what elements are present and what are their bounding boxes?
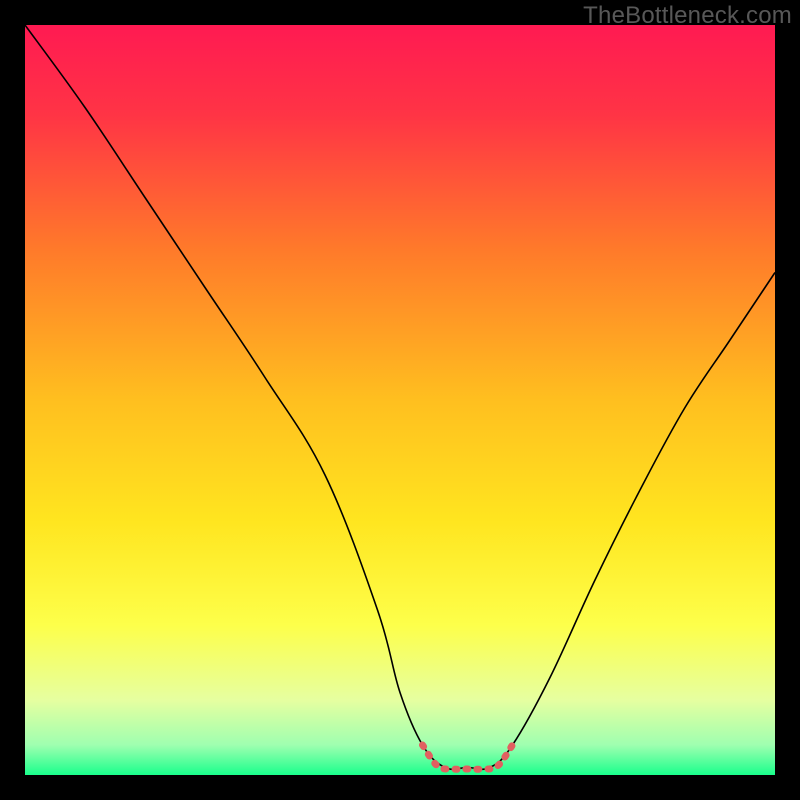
watermark-text: TheBottleneck.com (583, 2, 792, 30)
chart-svg (25, 25, 775, 775)
chart-frame: TheBottleneck.com (0, 0, 800, 800)
gradient-background (25, 25, 775, 775)
plot-area (25, 25, 775, 775)
